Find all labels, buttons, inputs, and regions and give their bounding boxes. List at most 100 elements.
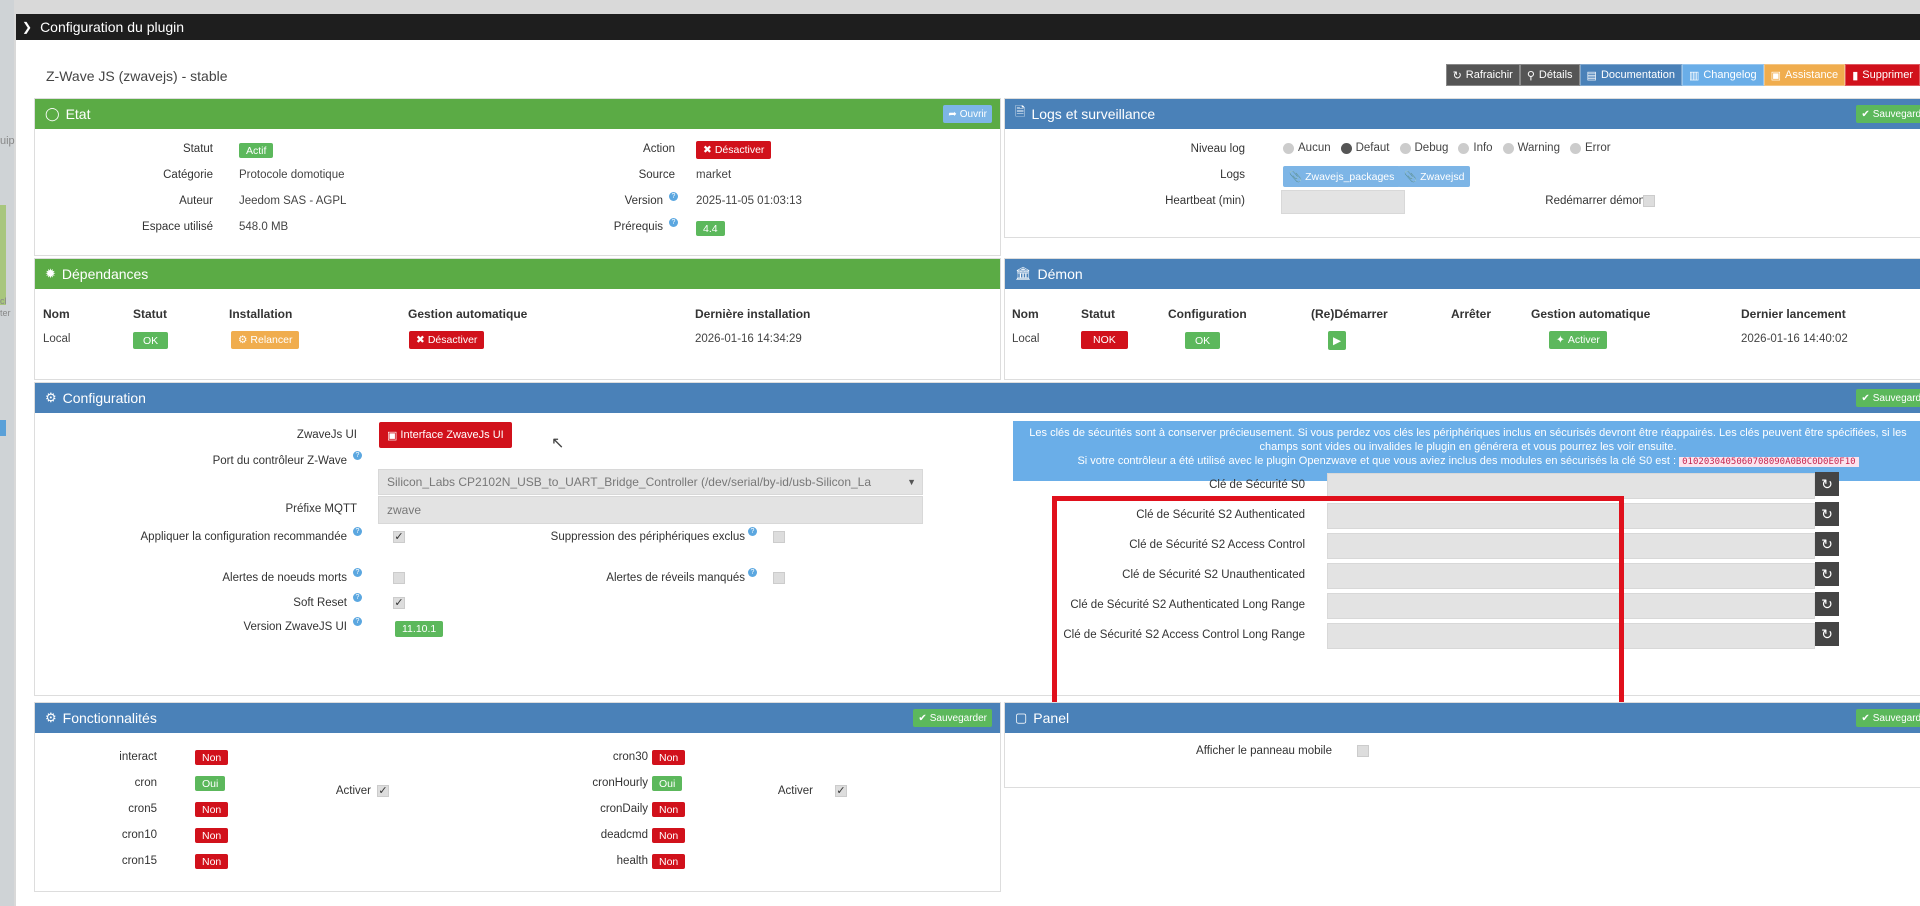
modal-header: ❯ Configuration du plugin bbox=[16, 14, 1920, 40]
chevron-right-icon[interactable]: ❯ bbox=[22, 20, 32, 34]
refresh-icon[interactable]: ↻ bbox=[1815, 532, 1839, 556]
help-icon[interactable]: ? bbox=[353, 568, 362, 577]
cronhourly-activer-label: Activer bbox=[777, 785, 813, 797]
feature-name: cronHourly bbox=[592, 777, 648, 789]
refresh-icon[interactable]: ↻ bbox=[1815, 502, 1839, 526]
desactiver-button[interactable]: ✖ Désactiver bbox=[696, 141, 772, 159]
log-level-radio-debug[interactable]: Debug bbox=[1399, 142, 1448, 154]
check-circle-icon: ✔ bbox=[1861, 392, 1870, 404]
appliquer-checkbox[interactable]: ✓ bbox=[393, 531, 405, 543]
feature-status-badge: Oui bbox=[195, 776, 226, 791]
zwavejs-ui-button[interactable]: ▣ Interface ZwaveJs UI bbox=[379, 422, 512, 448]
book-icon: ▤ bbox=[1586, 69, 1597, 82]
relancer-button[interactable]: ⚙ Relancer bbox=[231, 331, 300, 349]
plugin-config-modal: ❯ Configuration du plugin Z-Wave JS (zwa… bbox=[16, 14, 1920, 906]
log-level-radio-defaut[interactable]: Defaut bbox=[1340, 142, 1390, 154]
alertes-reveils-checkbox[interactable] bbox=[773, 572, 785, 584]
refresh-icon[interactable]: ↻ bbox=[1815, 592, 1839, 616]
espace-label: Espace utilisé bbox=[142, 221, 213, 233]
feature-name: cron30 bbox=[612, 751, 648, 763]
dep-derniere-value: 2026-01-16 14:34:29 bbox=[695, 333, 802, 345]
port-select[interactable]: Silicon_Labs CP2102N_USB_to_UART_Bridge_… bbox=[378, 469, 923, 495]
dep-desactiver-button[interactable]: ✖ Désactiver bbox=[409, 331, 485, 349]
help-icon[interactable]: ? bbox=[669, 218, 678, 227]
zwavejs-ui-label: ZwaveJs UI bbox=[296, 429, 357, 441]
appliquer-label: Appliquer la configuration recommandée bbox=[140, 531, 347, 543]
log-level-radio-error[interactable]: Error bbox=[1569, 142, 1611, 154]
port-label: Port du contrôleur Z-Wave bbox=[212, 455, 347, 467]
zwavejs-packages-log-button[interactable]: 📎 Zwavejs_packages bbox=[1283, 166, 1401, 187]
close-icon: ✖ bbox=[416, 334, 425, 346]
prerequis-label: Prérequis bbox=[613, 221, 663, 233]
refresh-icon[interactable]: ↻ bbox=[1815, 562, 1839, 586]
log-level-radio-warning[interactable]: Warning bbox=[1502, 142, 1560, 154]
col-statut: Statut bbox=[133, 307, 167, 321]
fonctionnalites-header: ⚙ Fonctionnalités ✔ Sauvegarder bbox=[35, 703, 1000, 733]
log-level-radio-info[interactable]: Info bbox=[1458, 142, 1493, 154]
logs-header: 🗎 Logs et surveillance ✔Sauvegarder bbox=[1005, 99, 1920, 129]
background-text: uip bbox=[0, 135, 15, 147]
supprimer-button[interactable]: ▮ Supprimer bbox=[1845, 64, 1920, 86]
help-icon[interactable]: ? bbox=[748, 527, 757, 536]
cron-activer-checkbox[interactable]: ✓ bbox=[377, 785, 389, 797]
statut-label: Statut bbox=[182, 143, 213, 155]
col-arreter: Arrêter bbox=[1451, 307, 1492, 321]
panel-title: Panel bbox=[1033, 710, 1070, 726]
feature-name: interact bbox=[119, 751, 157, 763]
fonctionnalites-title: Fonctionnalités bbox=[62, 710, 157, 726]
prefixe-label: Préfixe MQTT bbox=[285, 503, 357, 515]
help-icon[interactable]: ? bbox=[353, 451, 362, 460]
logs-save-button[interactable]: ✔Sauvegarder bbox=[1856, 105, 1920, 123]
info-text: Les clés de sécurités sont à conserver p… bbox=[1029, 427, 1907, 453]
feature-name: cronDaily bbox=[600, 803, 648, 815]
suppression-checkbox[interactable] bbox=[773, 531, 785, 543]
close-icon: ✖ bbox=[703, 144, 712, 156]
détails-button[interactable]: ⚲ Détails bbox=[1519, 64, 1580, 86]
modal-title: Configuration du plugin bbox=[40, 19, 185, 35]
prefixe-input[interactable]: zwave bbox=[378, 496, 923, 524]
logs-panel: 🗎 Logs et surveillance ✔Sauvegarder Nive… bbox=[1004, 98, 1920, 238]
refresh-icon[interactable]: ↻ bbox=[1815, 622, 1839, 646]
refresh-icon[interactable]: ↻ bbox=[1815, 472, 1839, 496]
redemarrer-checkbox[interactable] bbox=[1643, 195, 1655, 207]
help-icon[interactable]: ? bbox=[353, 527, 362, 536]
radio-circle bbox=[1569, 142, 1581, 154]
demon-activer-button[interactable]: ✦ Activer bbox=[1549, 331, 1607, 349]
col-gestion: Gestion automatique bbox=[1531, 307, 1651, 321]
help-icon[interactable]: ? bbox=[353, 593, 362, 602]
fonctionnalites-panel: ⚙ Fonctionnalités ✔ Sauvegarder interact N… bbox=[34, 702, 1001, 892]
rafraichir-button[interactable]: ↻ Rafraichir bbox=[1445, 64, 1520, 86]
help-icon[interactable]: ? bbox=[748, 568, 757, 577]
suppression-label: Suppression des périphériques exclus bbox=[550, 531, 745, 543]
configuration-panel: ⚙ Configuration ✔Sauvegarder ZwaveJs UI … bbox=[34, 382, 1920, 696]
play-button[interactable]: ▶ bbox=[1328, 331, 1347, 350]
feature-status-badge: Non bbox=[652, 828, 686, 843]
fonct-save-button[interactable]: ✔ Sauvegarder bbox=[913, 709, 992, 727]
demon-panel: 🏛 Démon Nom Statut Configuration (Re)Dém… bbox=[1004, 258, 1920, 380]
softreset-checkbox[interactable]: ✓ bbox=[393, 597, 405, 609]
radio-circle bbox=[1502, 142, 1514, 154]
help-icon[interactable]: ? bbox=[669, 192, 678, 201]
cronhourly-activer-checkbox[interactable]: ✓ bbox=[835, 785, 847, 797]
documentation-button[interactable]: ▤ Documentation bbox=[1579, 64, 1682, 86]
file-icon: 🗎 bbox=[1015, 104, 1026, 119]
s0-key-code: 0102030405060708090A0B0C0D0E0F10 bbox=[1679, 457, 1859, 467]
heartbeat-input[interactable] bbox=[1281, 190, 1405, 214]
assistance-button[interactable]: ▣ Assistance bbox=[1763, 64, 1846, 86]
changelog-button[interactable]: ▥ Changelog bbox=[1681, 64, 1764, 86]
alertes-morts-checkbox[interactable] bbox=[393, 572, 405, 584]
background-tile bbox=[0, 420, 6, 436]
circle-notch-icon: ◯ bbox=[45, 106, 60, 121]
check-circle-icon: ✔ bbox=[918, 712, 927, 724]
panel-save-button[interactable]: ✔Sauvegarder bbox=[1856, 709, 1920, 727]
bicycle-icon: ⚙ bbox=[238, 334, 248, 346]
afficher-checkbox[interactable] bbox=[1357, 745, 1369, 757]
feature-status-badge: Non bbox=[652, 750, 686, 765]
config-save-button[interactable]: ✔Sauvegarder bbox=[1856, 389, 1920, 407]
help-icon[interactable]: ? bbox=[353, 617, 362, 626]
feature-name: cron15 bbox=[121, 855, 157, 867]
dep-nom: Local bbox=[43, 333, 71, 345]
open-button[interactable]: ➦ Ouvrir bbox=[943, 105, 992, 123]
log-level-radio-aucun[interactable]: Aucun bbox=[1283, 142, 1331, 154]
zwavejsd-log-button[interactable]: 📎 Zwavejsd bbox=[1398, 166, 1471, 187]
